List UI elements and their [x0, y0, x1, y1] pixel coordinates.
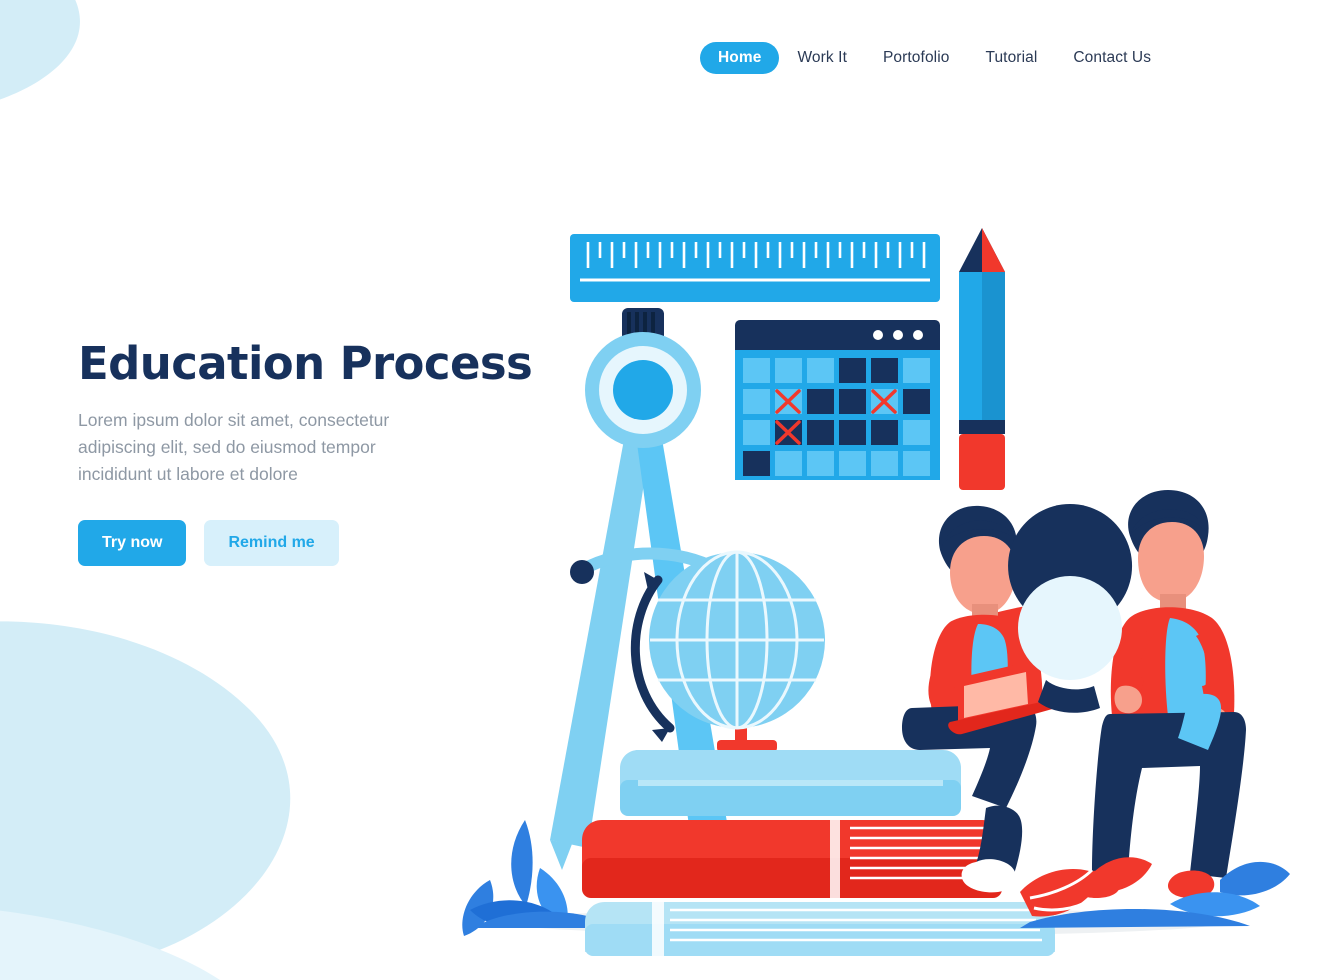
- nav-item-home[interactable]: Home: [700, 42, 780, 74]
- remind-me-button[interactable]: Remind me: [204, 519, 339, 566]
- nav-item-portofolio[interactable]: Portofolio: [865, 42, 967, 74]
- plant-decoration-right: [1020, 857, 1290, 928]
- nav-item-contact-us[interactable]: Contact Us: [1055, 42, 1169, 74]
- person-with-magnifier: [1008, 490, 1246, 898]
- try-now-button[interactable]: Try now: [78, 519, 187, 566]
- pencil-icon: [959, 228, 1005, 490]
- education-process-illustration: [430, 180, 1330, 970]
- ruler-icon: [570, 234, 940, 302]
- background-blob-top-left: [0, 0, 80, 100]
- main-navigation: Home Work It Portofolio Tutorial Contact…: [700, 42, 1169, 74]
- hero-description: Lorem ipsum dolor sit amet, consectetur …: [78, 409, 390, 484]
- nav-item-tutorial[interactable]: Tutorial: [967, 42, 1055, 74]
- landing-page: Home Work It Portofolio Tutorial Contact…: [0, 0, 1344, 980]
- calendar-icon: [735, 320, 940, 480]
- nav-item-work-it[interactable]: Work It: [779, 42, 865, 74]
